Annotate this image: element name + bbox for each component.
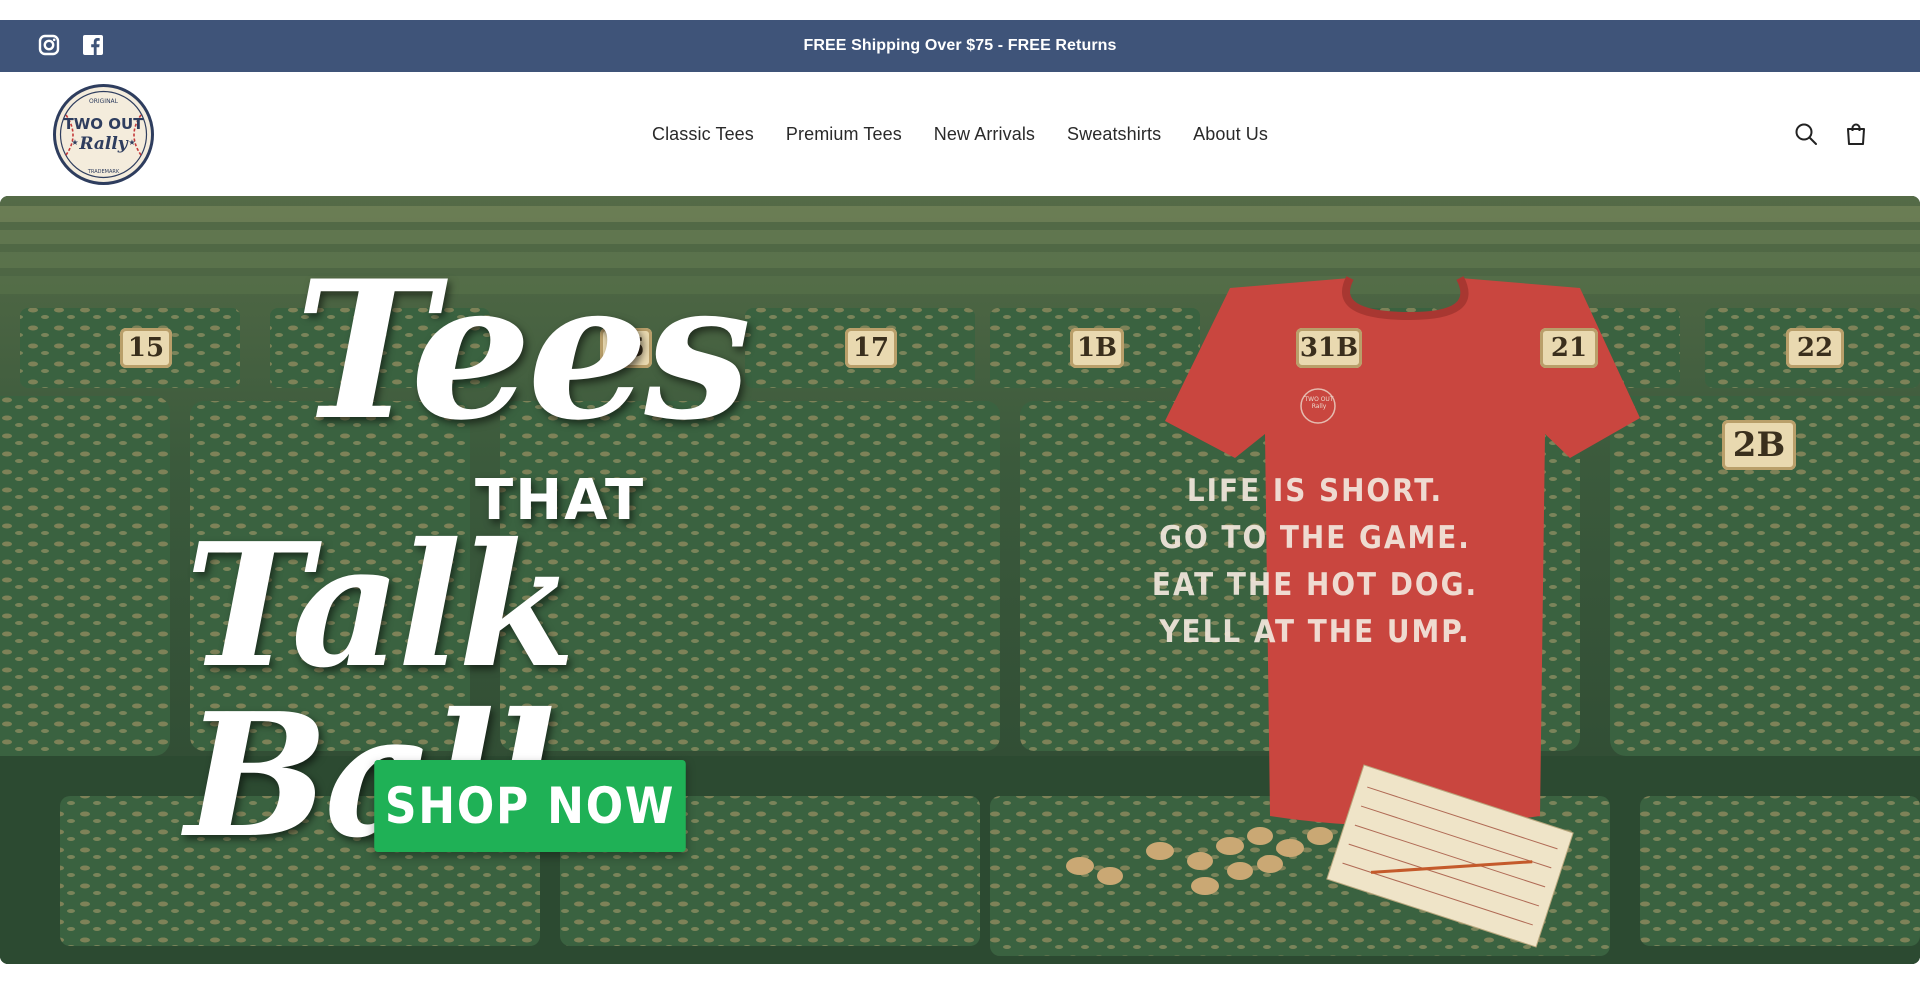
tshirt-print: LIFE IS SHORT. GO TO THE GAME. EAT THE H… — [1150, 468, 1480, 656]
nav-classic-tees[interactable]: Classic Tees — [652, 124, 754, 145]
cart-icon[interactable] — [1844, 122, 1868, 146]
tshirt-line-1: LIFE IS SHORT. — [1186, 473, 1444, 509]
headline-tees: Tees — [295, 239, 751, 462]
instagram-icon[interactable] — [38, 34, 60, 56]
seat-number-15: 15 — [120, 328, 172, 368]
seat-number-1b: 1B — [1070, 328, 1124, 368]
nav-new-arrivals[interactable]: New Arrivals — [934, 124, 1035, 145]
seat-number-2b: 2B — [1722, 420, 1796, 470]
shop-now-button[interactable]: SHOP NOW — [374, 760, 686, 852]
tshirt-line-2: GO TO THE GAME. — [1159, 520, 1471, 556]
header-actions — [1794, 122, 1868, 146]
main-nav: Classic Tees Premium Tees New Arrivals S… — [0, 72, 1920, 196]
hero-banner[interactable]: 15 16 17 1B 31B 21 22 2B LIFE IS SHORT. … — [0, 196, 1920, 964]
tshirt-line-4: YELL AT THE UMP. — [1159, 614, 1471, 650]
site-header: ORIGINAL TWO OUT Rally TRADEMARK ★ ★ Cla… — [0, 72, 1920, 196]
tshirt-line-3: EAT THE HOT DOG. — [1151, 567, 1479, 603]
hero-headline: Tees THAT Talk Ball — [185, 239, 915, 862]
tshirt-logo: TWO OUT Rally — [1304, 396, 1334, 410]
nav-about-us[interactable]: About Us — [1193, 124, 1268, 145]
announcement-text: FREE Shipping Over $75 - FREE Returns — [803, 37, 1117, 54]
seat-number-31b: 31B — [1296, 328, 1362, 368]
facebook-icon[interactable] — [82, 34, 104, 56]
social-links — [38, 34, 104, 56]
nav-sweatshirts[interactable]: Sweatshirts — [1067, 124, 1161, 145]
announcement-bar: FREE Shipping Over $75 - FREE Returns — [0, 20, 1920, 72]
seat-number-21: 21 — [1540, 328, 1598, 368]
seat-number-22: 22 — [1786, 328, 1844, 368]
nav-premium-tees[interactable]: Premium Tees — [786, 124, 902, 145]
search-icon[interactable] — [1794, 122, 1818, 146]
